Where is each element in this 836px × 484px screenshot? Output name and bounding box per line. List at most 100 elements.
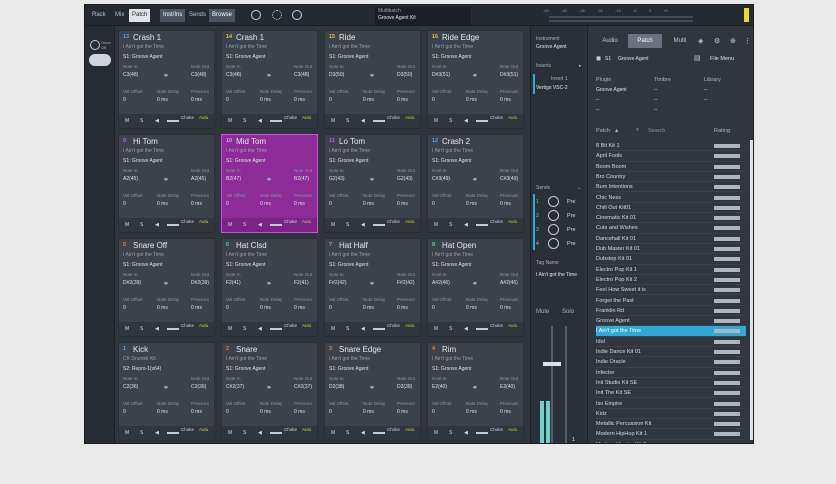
- link-icon[interactable]: ⚭: [369, 176, 375, 184]
- solo-button[interactable]: S: [140, 430, 143, 436]
- rating-bar[interactable]: [714, 401, 740, 406]
- pad-volume-slider[interactable]: [270, 120, 282, 122]
- choke-label[interactable]: Choke: [181, 219, 194, 224]
- link-icon[interactable]: ⚭: [163, 72, 169, 80]
- note-in-value[interactable]: C3(48): [123, 72, 138, 78]
- note-out-value[interactable]: A#2(46): [500, 280, 518, 286]
- mute-button[interactable]: M: [125, 326, 129, 332]
- rating-bar[interactable]: [714, 216, 740, 221]
- note-in-value[interactable]: G2(43): [329, 176, 345, 182]
- note-out-value[interactable]: C#3(49): [500, 176, 518, 182]
- pressure-value[interactable]: 0 ms: [294, 305, 305, 311]
- note-in-value[interactable]: D3(50): [329, 72, 344, 78]
- speaker-icon[interactable]: ◀: [258, 118, 262, 124]
- pad-volume-slider[interactable]: [476, 120, 488, 122]
- mute-button[interactable]: M: [331, 222, 335, 228]
- pad-agent[interactable]: S1: Groove Agent: [226, 158, 265, 164]
- solo-button[interactable]: Solo: [562, 309, 574, 315]
- rating-bar[interactable]: [714, 236, 740, 241]
- patch-list-item[interactable]: Indie Dance Kit 01: [596, 347, 746, 358]
- rack-tab[interactable]: Rack: [89, 9, 109, 22]
- pad-name[interactable]: Rim: [442, 345, 456, 354]
- pressure-value[interactable]: 0 ms: [397, 97, 408, 103]
- rating-bar[interactable]: [714, 247, 740, 251]
- drum-pad[interactable]: 6 Hat Clsd I Ain't got the Time S1: Groove …: [221, 238, 318, 337]
- link-icon[interactable]: ⚭: [163, 176, 169, 184]
- vel-offset-value[interactable]: 0: [123, 97, 126, 103]
- speaker-icon[interactable]: ◀: [361, 430, 365, 436]
- pad-name[interactable]: Crash 1: [133, 33, 161, 42]
- pad-agent[interactable]: S1: Groove Agent: [432, 262, 471, 268]
- note-out-value[interactable]: G2(43): [397, 176, 413, 182]
- note-in-value[interactable]: E2(40): [432, 384, 447, 390]
- vel-offset-value[interactable]: 0: [226, 409, 229, 415]
- note-delay-value[interactable]: 0 ms: [157, 305, 168, 311]
- tab-patch[interactable]: Patch: [628, 34, 662, 48]
- solo-button[interactable]: S: [140, 326, 143, 332]
- search-icon[interactable]: ⌕: [636, 127, 639, 134]
- note-delay-value[interactable]: 0 ms: [157, 201, 168, 207]
- drum-pad[interactable]: 10 Mid Tom I Ain't got the Time S1: Groove …: [221, 134, 318, 233]
- solo-button[interactable]: S: [346, 430, 349, 436]
- pad-volume-slider[interactable]: [270, 224, 282, 226]
- solo-button[interactable]: S: [243, 326, 246, 332]
- instrument-value[interactable]: Groove Agent: [536, 44, 567, 50]
- rating-bar[interactable]: [714, 391, 740, 396]
- settings-icon[interactable]: ⚙: [714, 37, 720, 45]
- auto-label[interactable]: Auto: [302, 115, 311, 120]
- mute-button[interactable]: M: [125, 222, 129, 228]
- auto-label[interactable]: Auto: [405, 219, 414, 224]
- mute-button[interactable]: M: [228, 222, 232, 228]
- speaker-icon[interactable]: ◀: [361, 326, 365, 332]
- link-icon[interactable]: ⚭: [369, 72, 375, 80]
- pad-agent[interactable]: S1: Groove Agent: [329, 54, 368, 60]
- tab-multi[interactable]: Multi: [666, 34, 694, 48]
- patch-list-item[interactable]: 8 Bit Kit 1: [596, 141, 746, 152]
- speaker-icon[interactable]: ◀: [155, 118, 159, 124]
- choke-label[interactable]: Choke: [387, 427, 400, 432]
- note-out-value[interactable]: F2(41): [294, 280, 309, 286]
- pad-agent[interactable]: S1: Groove Agent: [123, 158, 162, 164]
- rating-bar[interactable]: [714, 267, 740, 272]
- speaker-icon[interactable]: ◀: [258, 430, 262, 436]
- link-icon[interactable]: ⚭: [472, 176, 478, 184]
- rating-bar[interactable]: [714, 277, 740, 282]
- note-in-value[interactable]: B2(47): [226, 176, 241, 182]
- rating-bar[interactable]: [714, 360, 740, 365]
- link-icon[interactable]: ⚭: [266, 72, 272, 80]
- choke-label[interactable]: Choke: [284, 323, 297, 328]
- rating-bar[interactable]: [714, 380, 740, 385]
- vel-offset-value[interactable]: 0: [123, 201, 126, 207]
- patch-list-item[interactable]: Franklin Rd: [596, 306, 746, 317]
- rating-bar[interactable]: [714, 185, 740, 190]
- speaker-icon[interactable]: ◀: [361, 222, 365, 228]
- pressure-value[interactable]: 0 ms: [397, 305, 408, 311]
- rating-bar[interactable]: [714, 195, 740, 200]
- drum-pad[interactable]: 14 Crash 1 I Ain't got the Time S1: Groove …: [221, 30, 318, 129]
- speaker-icon[interactable]: ◀: [155, 222, 159, 228]
- note-in-value[interactable]: C2(36): [123, 384, 138, 390]
- link-icon[interactable]: ⚭: [266, 384, 272, 392]
- pad-agent[interactable]: S1: Groove Agent: [432, 366, 471, 372]
- note-in-value[interactable]: F2(41): [226, 280, 241, 286]
- link-icon[interactable]: ⚭: [266, 280, 272, 288]
- speaker-icon[interactable]: ◀: [258, 326, 262, 332]
- choke-label[interactable]: Choke: [387, 219, 400, 224]
- auto-label[interactable]: Auto: [302, 219, 311, 224]
- choke-label[interactable]: Choke: [284, 115, 297, 120]
- choke-label[interactable]: Choke: [181, 115, 194, 120]
- link-icon[interactable]: ⚭: [472, 384, 478, 392]
- note-in-value[interactable]: A#2(46): [432, 280, 450, 286]
- note-delay-value[interactable]: 0 ms: [363, 305, 374, 311]
- patch-list-item[interactable]: I Ain't got the Time: [596, 326, 746, 337]
- patch-list-item[interactable]: Modern Hipster Kit 2: [596, 440, 746, 443]
- link-icon[interactable]: ⚭: [163, 280, 169, 288]
- multibatch-display[interactable]: Multibatch Groove Agent Kit: [375, 7, 471, 25]
- note-delay-value[interactable]: 0 ms: [363, 97, 374, 103]
- power-icon[interactable]: [251, 10, 261, 20]
- insert-slot-value[interactable]: Vertigo VSC-2: [536, 85, 568, 91]
- drum-pad[interactable]: 7 Hat Half I Ain't got the Time S1: Groove …: [324, 238, 421, 337]
- solo-button[interactable]: S: [243, 430, 246, 436]
- send-knob-icon[interactable]: [548, 196, 559, 207]
- vel-offset-value[interactable]: 0: [329, 201, 332, 207]
